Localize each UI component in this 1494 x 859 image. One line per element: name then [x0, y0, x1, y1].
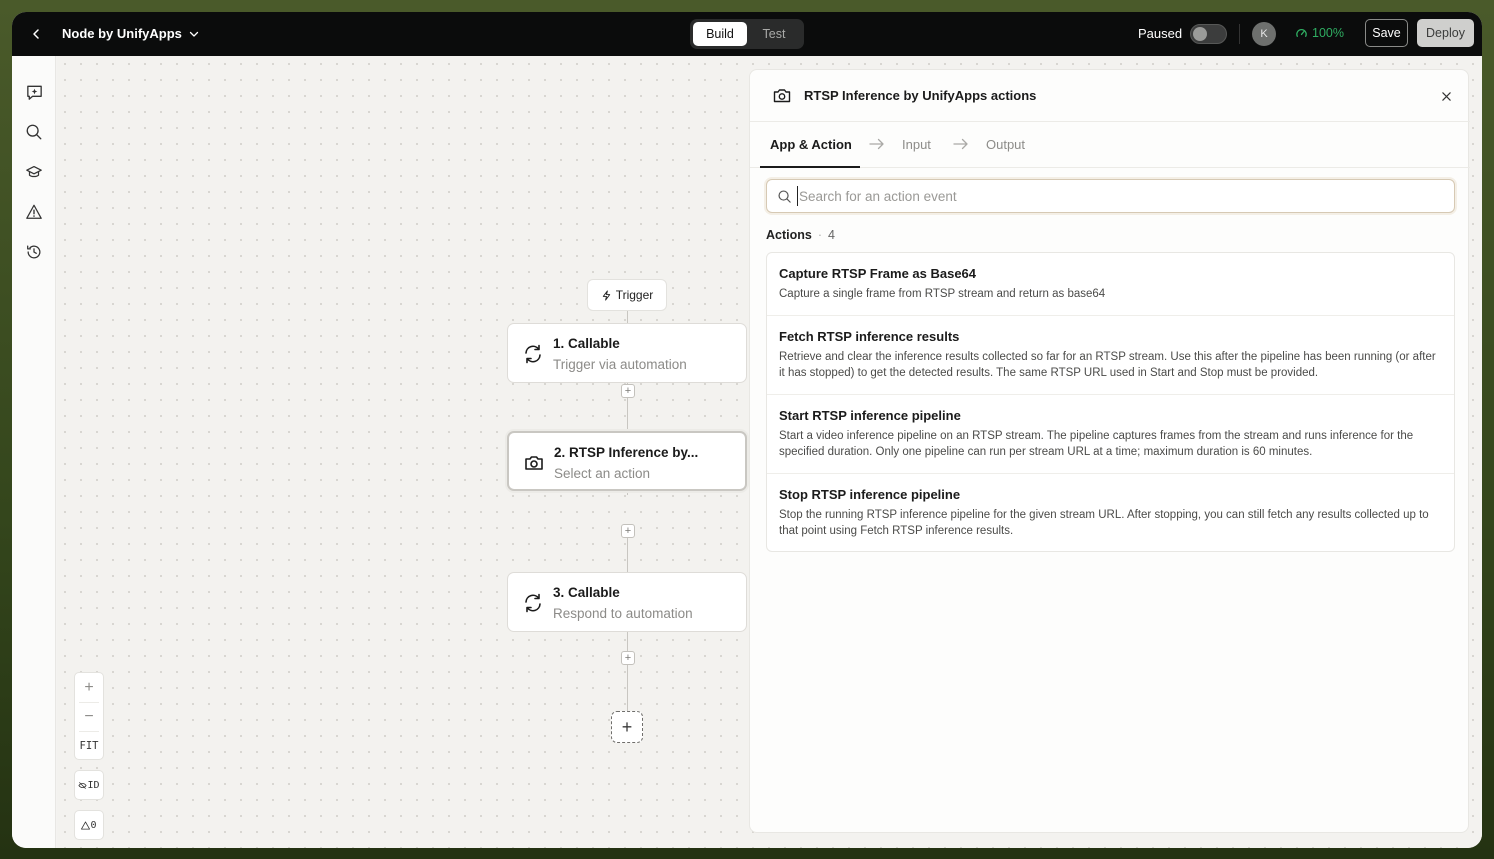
rail-search-button[interactable] [24, 122, 44, 142]
action-title: Fetch RTSP inference results [779, 329, 960, 344]
arrow-right-icon [869, 138, 884, 150]
rail-assistant-button[interactable] [24, 82, 44, 102]
actions-panel: RTSP Inference by UnifyApps actions App … [749, 69, 1470, 833]
id-label: ID [87, 779, 100, 791]
actions-list: Capture RTSP Frame as Base64 Capture a s… [766, 252, 1455, 552]
app-window: Node by UnifyApps Build Test Paused K 10… [12, 12, 1482, 848]
trigger-label: Trigger [615, 288, 654, 302]
action-item[interactable]: Capture RTSP Frame as Base64 Capture a s… [767, 253, 1454, 316]
close-panel-button[interactable] [1438, 88, 1454, 104]
node-title: 2. RTSP Inference by... [554, 445, 699, 460]
tab-input[interactable]: Input [902, 137, 931, 152]
health-percent: 100% [1312, 26, 1344, 40]
node-subtitle: Trigger via automation [553, 357, 687, 372]
active-tab-indicator [760, 166, 860, 168]
health-indicator[interactable]: 100% [1295, 26, 1344, 40]
workflow-node-3[interactable]: 3. Callable Respond to automation [507, 572, 747, 632]
deploy-button[interactable]: Deploy [1417, 19, 1474, 47]
gauge-icon [1296, 28, 1307, 37]
zoom-controls: + − FIT [74, 672, 104, 760]
sparkle-chat-icon [26, 85, 42, 100]
action-description: Stop the running RTSP inference pipeline… [779, 509, 1429, 537]
action-item[interactable]: Fetch RTSP inference results Retrieve an… [767, 316, 1454, 395]
chevron-down-icon [189, 31, 199, 37]
action-search-box [766, 179, 1455, 213]
warning-icon [81, 820, 91, 830]
camera-icon [522, 451, 546, 475]
app-title: Node by UnifyApps [62, 26, 182, 41]
node-title: 1. Callable [553, 336, 620, 351]
rail-issues-button[interactable] [24, 202, 44, 222]
panel-tabs: App & Action Input Output [750, 122, 1470, 168]
toggle-knob [1193, 27, 1207, 41]
search-icon [26, 124, 42, 140]
toggle-ids-button[interactable]: ID [74, 770, 104, 800]
save-button[interactable]: Save [1365, 19, 1408, 47]
action-title: Capture RTSP Frame as Base64 [779, 266, 977, 281]
action-item[interactable]: Start RTSP inference pipeline Start a vi… [767, 395, 1454, 474]
refresh-icon [521, 591, 545, 615]
insert-step-button[interactable]: + [621, 384, 635, 398]
insert-step-button[interactable]: + [621, 524, 635, 538]
connector-line [627, 632, 628, 712]
node-title: 3. Callable [553, 585, 620, 600]
action-item[interactable]: Stop RTSP inference pipeline Stop the ru… [767, 474, 1454, 551]
zoom-in-button[interactable]: + [75, 674, 103, 702]
arrow-right-icon [953, 138, 968, 150]
panel-title: RTSP Inference by UnifyApps actions [804, 88, 1037, 103]
warnings-button[interactable]: 0 [74, 810, 104, 840]
node-subtitle: Select an action [554, 466, 651, 481]
history-icon [27, 245, 41, 259]
back-button[interactable] [26, 24, 46, 44]
test-mode-button[interactable]: Test [747, 22, 801, 46]
action-description: Retrieve and clear the inference results… [779, 351, 1436, 379]
actions-title: Actions [766, 228, 812, 242]
connector-line [627, 311, 628, 323]
connector-line [627, 538, 628, 572]
camera-icon [773, 89, 791, 103]
left-rail [12, 56, 56, 848]
divider [1239, 24, 1240, 44]
user-avatar[interactable]: K [1252, 22, 1276, 46]
build-mode-button[interactable]: Build [693, 22, 747, 46]
refresh-icon [521, 342, 545, 366]
mode-switcher: Build Test [690, 19, 804, 49]
panel-header: RTSP Inference by UnifyApps actions [750, 70, 1470, 122]
node-subtitle: Respond to automation [553, 606, 693, 621]
eye-off-icon [78, 781, 88, 789]
separator-dot: · [817, 228, 823, 242]
zoom-out-button[interactable]: − [75, 703, 103, 731]
warning-icon [26, 204, 42, 219]
fit-view-button[interactable]: FIT [75, 732, 103, 760]
graduation-cap-icon [26, 165, 42, 178]
close-icon [1441, 91, 1451, 101]
search-icon [778, 190, 791, 203]
insert-step-button[interactable]: + [621, 651, 635, 665]
actions-count: 4 [828, 228, 835, 242]
chevron-left-icon [33, 29, 39, 39]
app-title-dropdown[interactable]: Node by UnifyApps [62, 26, 200, 41]
action-search-input[interactable] [797, 186, 1437, 206]
action-description: Capture a single frame from RTSP stream … [779, 288, 1106, 300]
tab-app-action[interactable]: App & Action [770, 137, 852, 152]
rail-learn-button[interactable] [24, 162, 44, 182]
action-description: Start a video inference pipeline on an R… [779, 430, 1414, 458]
warning-count: 0 [90, 819, 97, 831]
paused-toggle[interactable] [1190, 24, 1227, 44]
action-title: Start RTSP inference pipeline [779, 408, 961, 423]
trigger-button[interactable]: Trigger [587, 279, 667, 311]
tab-output[interactable]: Output [986, 137, 1025, 152]
paused-label: Paused [1138, 26, 1183, 41]
workflow-node-2[interactable]: 2. RTSP Inference by... Select an action [507, 431, 747, 491]
lightning-icon [602, 289, 610, 301]
rail-history-button[interactable] [24, 242, 44, 262]
action-title: Stop RTSP inference pipeline [779, 487, 961, 502]
top-bar: Node by UnifyApps Build Test Paused K 10… [12, 12, 1482, 56]
add-step-button[interactable]: + [611, 711, 643, 743]
workflow-node-1[interactable]: 1. Callable Trigger via automation [507, 323, 747, 383]
actions-header: Actions · 4 [766, 228, 835, 242]
